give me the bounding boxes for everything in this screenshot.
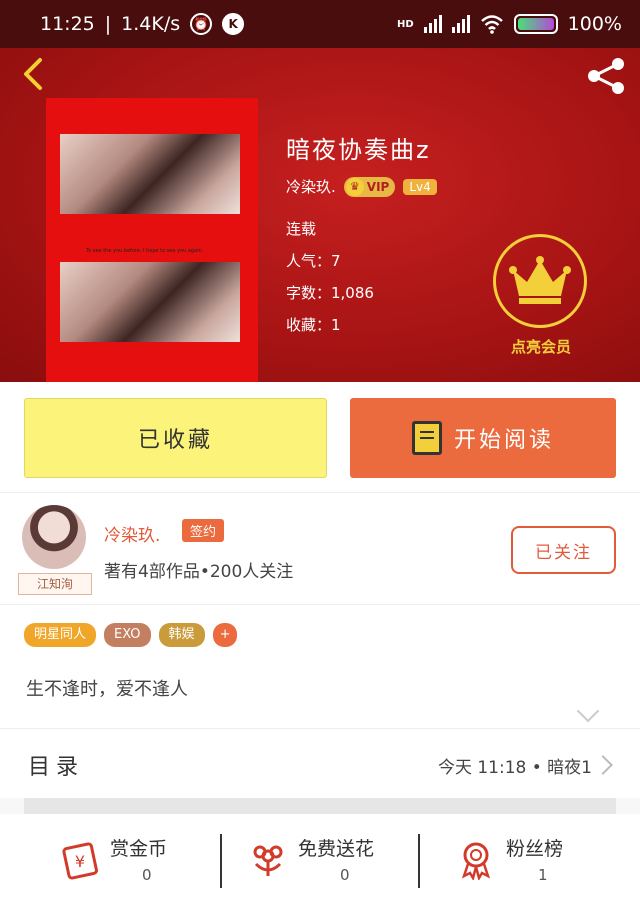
member-button[interactable] [493, 234, 587, 328]
cover-photo-bottom [60, 262, 240, 342]
catalog-title: 目录 [28, 755, 85, 780]
hero-author-name[interactable]: 冷染玖. [286, 176, 336, 197]
signal-icon-2 [451, 15, 470, 33]
wifi-icon [480, 15, 503, 34]
author-stats: 著有4部作品•200人关注 [104, 562, 294, 582]
author-name[interactable]: 冷染玖. [104, 521, 160, 546]
avatar[interactable] [22, 505, 86, 569]
followed-button[interactable]: 已关注 [511, 526, 616, 574]
hero-author-row[interactable]: 冷染玖. ♛ VIP Lv4 [286, 176, 437, 197]
share-icon [588, 58, 624, 94]
coin-envelope-icon: ¥ [62, 842, 98, 880]
vip-badge: ♛ VIP [343, 176, 396, 197]
reward-coins-value: 0 [142, 866, 152, 884]
divider-strip [24, 798, 616, 814]
send-flowers-value: 0 [340, 866, 350, 884]
flower-icon [253, 845, 283, 876]
favorited-button[interactable]: 已收藏 [24, 398, 327, 478]
crown-icon: ♛ [345, 177, 364, 196]
tag-exo[interactable]: EXO [104, 623, 151, 647]
status-time: 11:25 [40, 13, 95, 35]
cover-photo-top [60, 134, 240, 214]
member-label[interactable]: 点亮会员 [492, 336, 590, 357]
signed-badge: 签约 [182, 519, 225, 542]
status-divider: | [104, 13, 112, 35]
popularity-count: 人气：7 [286, 252, 341, 270]
author-card: 江知洵 冷染玖. 签约 著有4部作品•200人关注 已关注 [0, 492, 640, 604]
tags-intro-section: 明星同人 EXO 韩娱 + 生不逢时，爱不逢人 [0, 604, 640, 728]
svg-text:¥: ¥ [75, 852, 85, 871]
bottom-stats: ¥ 赏金币 0 免费送花 0 粉丝榜 1 [0, 814, 640, 908]
start-reading-label: 开始阅读 [453, 428, 554, 453]
vip-label: VIP [366, 179, 390, 194]
medal-icon [461, 842, 491, 880]
share-button[interactable] [584, 56, 628, 96]
status-bar: 11:25 | 1.4K/s ⏰ K HD 100% [0, 0, 640, 48]
tag-celebrity-fanfic[interactable]: 明星同人 [24, 623, 97, 647]
alarm-clock-icon: ⏰ [190, 13, 213, 35]
catalog-row[interactable]: 目录 今天 11:18 • 暗夜1 [0, 728, 640, 798]
start-reading-button[interactable]: 开始阅读 [350, 398, 616, 478]
book-title: 暗夜协奏曲z [286, 136, 431, 164]
add-tag-button[interactable]: + [212, 623, 238, 647]
reward-coins[interactable]: ¥ 赏金币 0 [60, 832, 190, 896]
chevron-left-icon [24, 58, 42, 90]
hd-label: HD [397, 18, 414, 30]
book-cover[interactable]: To see the you before, I hope to see you… [46, 98, 258, 382]
signal-icon [423, 15, 442, 33]
send-flowers[interactable]: 免费送花 0 [248, 832, 398, 896]
favorites-count: 收藏：1 [286, 316, 341, 334]
book-header: To see the you before, I hope to see you… [0, 48, 640, 382]
divider [418, 834, 420, 888]
k-app-icon: K [222, 13, 245, 35]
crown-icon [509, 256, 571, 304]
divider [220, 834, 222, 888]
fan-ranking[interactable]: 粉丝榜 1 [456, 832, 586, 896]
book-intro: 生不逢时，爱不逢人 [26, 679, 188, 700]
battery-icon [513, 14, 558, 34]
word-count: 字数：1,086 [286, 284, 374, 302]
reward-coins-label: 赏金币 [110, 838, 168, 860]
back-button[interactable] [14, 54, 54, 94]
battery-percent: 100% [567, 13, 622, 35]
send-flowers-label: 免费送花 [298, 838, 375, 860]
fan-ranking-label: 粉丝榜 [506, 838, 564, 860]
level-badge: Lv4 [403, 178, 437, 195]
status-speed: 1.4K/s [121, 13, 181, 35]
tag-list: 明星同人 EXO 韩娱 + [24, 623, 238, 647]
chevron-down-icon[interactable] [576, 699, 600, 723]
latest-chapter: 今天 11:18 • 暗夜1 [437, 758, 592, 778]
fan-ranking-value: 1 [538, 866, 548, 884]
action-bar: 已收藏 开始阅读 [0, 382, 640, 492]
serial-status: 连载 [286, 220, 317, 238]
chevron-right-icon [593, 755, 613, 775]
cover-caption: To see the you before, I hope to see you… [86, 248, 204, 254]
avatar-tag: 江知洵 [18, 573, 92, 595]
book-icon [411, 421, 442, 455]
tag-kpop[interactable]: 韩娱 [158, 623, 205, 647]
